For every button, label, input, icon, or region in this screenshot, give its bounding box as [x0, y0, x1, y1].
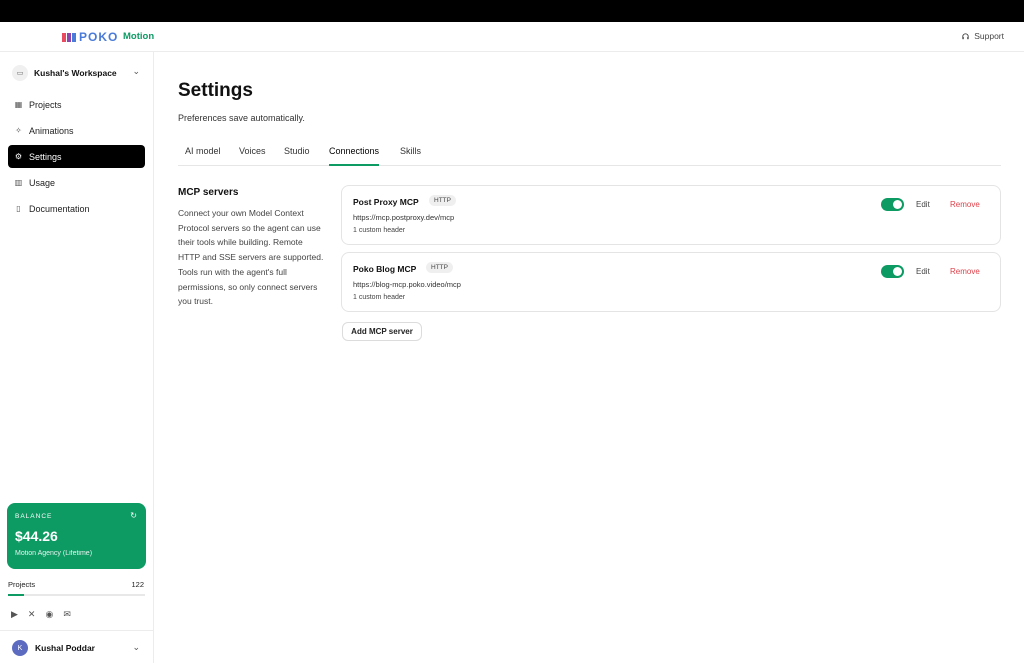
social-links: ▶ ✕ ◉ ✉ [11, 609, 71, 620]
tab-studio[interactable]: Studio [284, 146, 310, 166]
balance-plan: Motion Agency (Lifetime) [15, 550, 93, 557]
remove-button[interactable]: Remove [950, 200, 980, 209]
sidebar-item-documentation[interactable]: ▯ Documentation [8, 197, 145, 220]
mail-icon[interactable]: ✉ [63, 609, 71, 620]
sidebar-nav: ▦ Projects ✧ Animations ⚙ Settings ▥ Usa… [8, 93, 145, 223]
transport-badge: HTTP [429, 195, 456, 206]
brand-logo[interactable]: POKO [62, 30, 118, 44]
balance-amount: $44.26 [15, 528, 58, 544]
bar-chart-icon: ▥ [14, 178, 23, 187]
projects-usage-count: 122 [131, 580, 144, 589]
tab-connections[interactable]: Connections [329, 146, 380, 166]
youtube-icon[interactable]: ▶ [11, 609, 18, 620]
server-url: https://blog-mcp.poko.video/mcp [353, 280, 461, 289]
sidebar-item-label: Usage [29, 177, 56, 188]
chevron-down-icon: ⌄ [132, 66, 140, 76]
remove-button[interactable]: Remove [950, 267, 980, 276]
settings-tabs: AI model Voices Studio Connections Skill… [178, 142, 1001, 166]
mcp-server-card: Poko Blog MCP HTTP https://blog-mcp.poko… [341, 252, 1001, 312]
chevron-down-icon: ⌄ [132, 642, 140, 652]
server-meta: 1 custom header [353, 294, 406, 301]
workspace-switcher[interactable]: ▭ Kushal's Workspace ⌄ [12, 64, 144, 82]
user-name: Kushal Poddar [35, 643, 95, 653]
divider [0, 630, 153, 631]
sidebar-item-projects[interactable]: ▦ Projects [8, 93, 145, 116]
tab-ai-model[interactable]: AI model [185, 146, 221, 166]
sidebar-item-animations[interactable]: ✧ Animations [8, 119, 145, 142]
sidebar-item-label: Projects [29, 99, 62, 110]
balance-card: BALANCE ↻ $44.26 Motion Agency (Lifetime… [7, 503, 146, 569]
mcp-section-title: MCP servers [178, 187, 239, 198]
add-mcp-server-button[interactable]: Add MCP server [342, 322, 422, 341]
sidebar-item-usage[interactable]: ▥ Usage [8, 171, 145, 194]
projects-usage: Projects 122 [8, 580, 145, 589]
server-url: https://mcp.postproxy.dev/mcp [353, 213, 455, 222]
server-name: Post Proxy MCP [353, 197, 419, 207]
tab-voices[interactable]: Voices [239, 146, 266, 166]
edit-button[interactable]: Edit [916, 267, 930, 276]
top-black-bar [0, 0, 1024, 22]
headset-icon [962, 32, 969, 39]
balance-label: BALANCE [15, 513, 53, 520]
mcp-section-description: Connect your own Model Context Protocol … [178, 208, 324, 307]
page-subtitle: Preferences save automatically. [178, 113, 305, 123]
projects-progress-bar [8, 594, 145, 596]
toggle-knob [893, 267, 902, 276]
projects-usage-label: Projects [8, 580, 36, 589]
grid-icon: ▦ [14, 100, 23, 109]
product-name: Motion [123, 31, 155, 42]
server-name: Poko Blog MCP [353, 264, 417, 274]
enable-toggle[interactable] [881, 198, 904, 211]
poko-logo-icon [62, 32, 76, 42]
x-icon[interactable]: ✕ [28, 609, 36, 620]
gear-icon: ⚙ [14, 152, 23, 161]
tab-skills[interactable]: Skills [400, 146, 421, 166]
folder-icon: ▭ [12, 65, 28, 81]
projects-progress-fill [8, 594, 25, 596]
mcp-server-card: Post Proxy MCP HTTP https://mcp.postprox… [341, 185, 1001, 245]
sidebar: ▭ Kushal's Workspace ⌄ ▦ Projects ✧ Anim… [0, 52, 154, 663]
refresh-icon[interactable]: ↻ [130, 511, 137, 520]
sidebar-item-label: Settings [29, 151, 62, 162]
app-header: POKO Motion Support [0, 22, 1024, 52]
server-meta: 1 custom header [353, 227, 406, 234]
toggle-knob [893, 200, 902, 209]
enable-toggle[interactable] [881, 265, 904, 278]
sidebar-item-label: Documentation [29, 203, 90, 214]
page-title: Settings [178, 80, 253, 101]
sidebar-item-settings[interactable]: ⚙ Settings [8, 145, 145, 168]
book-icon: ▯ [16, 204, 21, 213]
sidebar-item-label: Animations [29, 125, 74, 136]
transport-badge: HTTP [426, 262, 453, 273]
avatar: K [12, 640, 28, 656]
support-label: Support [974, 31, 1004, 41]
workspace-name: Kushal's Workspace [34, 68, 117, 78]
user-menu[interactable]: K Kushal Poddar ⌄ [12, 640, 144, 656]
sparkle-icon: ✧ [15, 126, 22, 135]
edit-button[interactable]: Edit [916, 200, 930, 209]
support-link[interactable]: Support [961, 31, 1004, 41]
discord-icon[interactable]: ◉ [45, 609, 53, 620]
brand-name: POKO [79, 30, 119, 44]
